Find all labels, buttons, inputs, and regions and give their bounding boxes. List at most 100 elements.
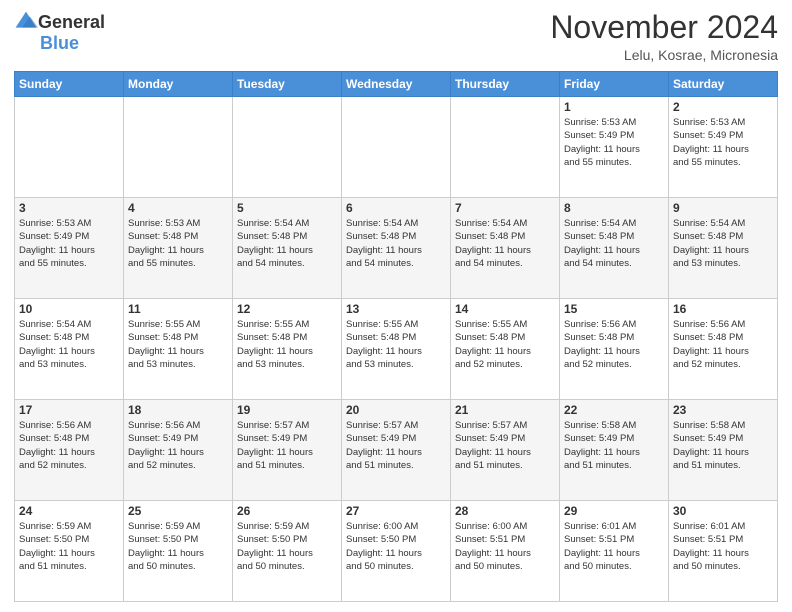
day-number: 13 bbox=[346, 302, 446, 316]
day-info: Sunrise: 5:55 AM Sunset: 5:48 PM Dayligh… bbox=[455, 318, 555, 371]
calendar-cell: 19 Sunrise: 5:57 AM Sunset: 5:49 PM Dayli… bbox=[233, 400, 342, 501]
day-number: 12 bbox=[237, 302, 337, 316]
day-number: 5 bbox=[237, 201, 337, 215]
calendar-cell: 29 Sunrise: 6:01 AM Sunset: 5:51 PM Dayli… bbox=[560, 501, 669, 602]
day-info: Sunrise: 5:54 AM Sunset: 5:48 PM Dayligh… bbox=[346, 217, 446, 270]
day-info: Sunrise: 6:01 AM Sunset: 5:51 PM Dayligh… bbox=[673, 520, 773, 573]
day-number: 6 bbox=[346, 201, 446, 215]
logo-blue: Blue bbox=[40, 34, 105, 52]
calendar-cell: 18 Sunrise: 5:56 AM Sunset: 5:49 PM Dayli… bbox=[124, 400, 233, 501]
day-info: Sunrise: 5:56 AM Sunset: 5:49 PM Dayligh… bbox=[128, 419, 228, 472]
day-info: Sunrise: 5:54 AM Sunset: 5:48 PM Dayligh… bbox=[673, 217, 773, 270]
day-number: 11 bbox=[128, 302, 228, 316]
day-number: 19 bbox=[237, 403, 337, 417]
calendar-cell: 11 Sunrise: 5:55 AM Sunset: 5:48 PM Dayli… bbox=[124, 299, 233, 400]
col-wednesday: Wednesday bbox=[342, 72, 451, 97]
day-number: 1 bbox=[564, 100, 664, 114]
calendar-header-row: Sunday Monday Tuesday Wednesday Thursday… bbox=[15, 72, 778, 97]
logo-icon bbox=[14, 10, 38, 34]
day-info: Sunrise: 5:54 AM Sunset: 5:48 PM Dayligh… bbox=[564, 217, 664, 270]
logo-general: General bbox=[38, 13, 105, 31]
day-info: Sunrise: 5:57 AM Sunset: 5:49 PM Dayligh… bbox=[237, 419, 337, 472]
week-row-2: 3 Sunrise: 5:53 AM Sunset: 5:49 PM Daylig… bbox=[15, 198, 778, 299]
calendar-cell: 10 Sunrise: 5:54 AM Sunset: 5:48 PM Dayli… bbox=[15, 299, 124, 400]
location-title: Lelu, Kosrae, Micronesia bbox=[550, 47, 778, 63]
day-info: Sunrise: 5:57 AM Sunset: 5:49 PM Dayligh… bbox=[346, 419, 446, 472]
col-sunday: Sunday bbox=[15, 72, 124, 97]
day-info: Sunrise: 5:59 AM Sunset: 5:50 PM Dayligh… bbox=[237, 520, 337, 573]
day-info: Sunrise: 5:53 AM Sunset: 5:49 PM Dayligh… bbox=[673, 116, 773, 169]
day-number: 9 bbox=[673, 201, 773, 215]
day-info: Sunrise: 5:53 AM Sunset: 5:48 PM Dayligh… bbox=[128, 217, 228, 270]
col-friday: Friday bbox=[560, 72, 669, 97]
calendar-cell: 2 Sunrise: 5:53 AM Sunset: 5:49 PM Daylig… bbox=[669, 97, 778, 198]
calendar-cell: 6 Sunrise: 5:54 AM Sunset: 5:48 PM Daylig… bbox=[342, 198, 451, 299]
day-number: 10 bbox=[19, 302, 119, 316]
day-info: Sunrise: 5:59 AM Sunset: 5:50 PM Dayligh… bbox=[128, 520, 228, 573]
calendar-cell: 27 Sunrise: 6:00 AM Sunset: 5:50 PM Dayli… bbox=[342, 501, 451, 602]
week-row-4: 17 Sunrise: 5:56 AM Sunset: 5:48 PM Dayli… bbox=[15, 400, 778, 501]
day-number: 30 bbox=[673, 504, 773, 518]
week-row-3: 10 Sunrise: 5:54 AM Sunset: 5:48 PM Dayli… bbox=[15, 299, 778, 400]
calendar-table: Sunday Monday Tuesday Wednesday Thursday… bbox=[14, 71, 778, 602]
calendar-cell bbox=[233, 97, 342, 198]
calendar-cell: 22Sunrise: 5:58 AM Sunset: 5:49 PM Dayli… bbox=[560, 400, 669, 501]
calendar-cell: 3 Sunrise: 5:53 AM Sunset: 5:49 PM Daylig… bbox=[15, 198, 124, 299]
calendar-cell: 12Sunrise: 5:55 AM Sunset: 5:48 PM Dayli… bbox=[233, 299, 342, 400]
day-info: Sunrise: 5:53 AM Sunset: 5:49 PM Dayligh… bbox=[19, 217, 119, 270]
day-info: Sunrise: 5:56 AM Sunset: 5:48 PM Dayligh… bbox=[564, 318, 664, 371]
day-number: 23 bbox=[673, 403, 773, 417]
calendar-cell: 5 Sunrise: 5:54 AM Sunset: 5:48 PM Daylig… bbox=[233, 198, 342, 299]
day-info: Sunrise: 5:54 AM Sunset: 5:48 PM Dayligh… bbox=[455, 217, 555, 270]
day-number: 2 bbox=[673, 100, 773, 114]
day-number: 26 bbox=[237, 504, 337, 518]
logo: General Blue bbox=[14, 10, 105, 52]
day-number: 16 bbox=[673, 302, 773, 316]
calendar-cell: 24 Sunrise: 5:59 AM Sunset: 5:50 PM Dayli… bbox=[15, 501, 124, 602]
header: General Blue November 2024 Lelu, Kosrae,… bbox=[14, 10, 778, 63]
col-saturday: Saturday bbox=[669, 72, 778, 97]
day-number: 17 bbox=[19, 403, 119, 417]
day-number: 24 bbox=[19, 504, 119, 518]
day-number: 4 bbox=[128, 201, 228, 215]
calendar-cell: 17 Sunrise: 5:56 AM Sunset: 5:48 PM Dayli… bbox=[15, 400, 124, 501]
page: General Blue November 2024 Lelu, Kosrae,… bbox=[0, 0, 792, 612]
day-number: 8 bbox=[564, 201, 664, 215]
day-number: 25 bbox=[128, 504, 228, 518]
day-number: 15 bbox=[564, 302, 664, 316]
day-info: Sunrise: 5:56 AM Sunset: 5:48 PM Dayligh… bbox=[19, 419, 119, 472]
day-number: 3 bbox=[19, 201, 119, 215]
day-info: Sunrise: 5:55 AM Sunset: 5:48 PM Dayligh… bbox=[346, 318, 446, 371]
day-number: 27 bbox=[346, 504, 446, 518]
day-number: 14 bbox=[455, 302, 555, 316]
day-info: Sunrise: 5:57 AM Sunset: 5:49 PM Dayligh… bbox=[455, 419, 555, 472]
calendar-cell: 9 Sunrise: 5:54 AM Sunset: 5:48 PM Daylig… bbox=[669, 198, 778, 299]
calendar-cell: 4 Sunrise: 5:53 AM Sunset: 5:48 PM Daylig… bbox=[124, 198, 233, 299]
day-info: Sunrise: 5:58 AM Sunset: 5:49 PM Dayligh… bbox=[564, 419, 664, 472]
day-info: Sunrise: 5:54 AM Sunset: 5:48 PM Dayligh… bbox=[237, 217, 337, 270]
day-info: Sunrise: 6:01 AM Sunset: 5:51 PM Dayligh… bbox=[564, 520, 664, 573]
calendar-cell: 23 Sunrise: 5:58 AM Sunset: 5:49 PM Dayli… bbox=[669, 400, 778, 501]
calendar-cell: 1 Sunrise: 5:53 AM Sunset: 5:49 PM Daylig… bbox=[560, 97, 669, 198]
day-info: Sunrise: 5:58 AM Sunset: 5:49 PM Dayligh… bbox=[673, 419, 773, 472]
day-info: Sunrise: 6:00 AM Sunset: 5:50 PM Dayligh… bbox=[346, 520, 446, 573]
calendar-cell: 30 Sunrise: 6:01 AM Sunset: 5:51 PM Dayli… bbox=[669, 501, 778, 602]
title-block: November 2024 Lelu, Kosrae, Micronesia bbox=[550, 10, 778, 63]
calendar-cell: 15 Sunrise: 5:56 AM Sunset: 5:48 PM Dayli… bbox=[560, 299, 669, 400]
day-info: Sunrise: 5:59 AM Sunset: 5:50 PM Dayligh… bbox=[19, 520, 119, 573]
day-info: Sunrise: 5:53 AM Sunset: 5:49 PM Dayligh… bbox=[564, 116, 664, 169]
day-number: 20 bbox=[346, 403, 446, 417]
calendar-cell bbox=[342, 97, 451, 198]
col-tuesday: Tuesday bbox=[233, 72, 342, 97]
col-monday: Monday bbox=[124, 72, 233, 97]
calendar-cell bbox=[15, 97, 124, 198]
week-row-1: 1 Sunrise: 5:53 AM Sunset: 5:49 PM Daylig… bbox=[15, 97, 778, 198]
calendar-cell: 28Sunrise: 6:00 AM Sunset: 5:51 PM Dayli… bbox=[451, 501, 560, 602]
calendar-cell: 8 Sunrise: 5:54 AM Sunset: 5:48 PM Daylig… bbox=[560, 198, 669, 299]
day-number: 29 bbox=[564, 504, 664, 518]
day-info: Sunrise: 5:54 AM Sunset: 5:48 PM Dayligh… bbox=[19, 318, 119, 371]
day-number: 28 bbox=[455, 504, 555, 518]
day-number: 18 bbox=[128, 403, 228, 417]
day-info: Sunrise: 5:55 AM Sunset: 5:48 PM Dayligh… bbox=[128, 318, 228, 371]
calendar-cell: 25 Sunrise: 5:59 AM Sunset: 5:50 PM Dayli… bbox=[124, 501, 233, 602]
